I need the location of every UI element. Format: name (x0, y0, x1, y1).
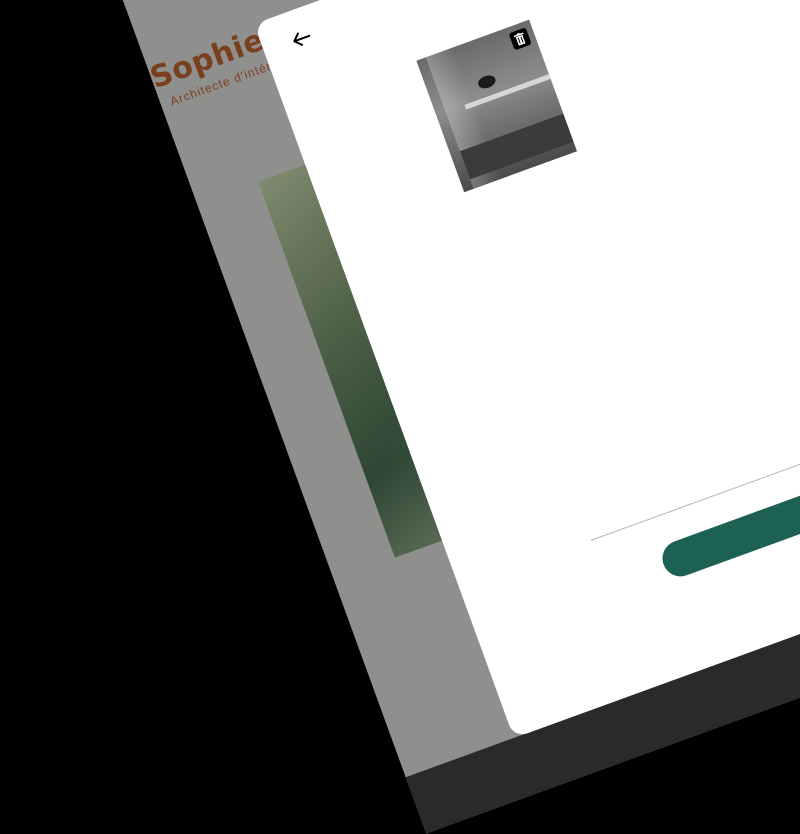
gallery-thumbnail[interactable] (416, 19, 577, 193)
trash-icon (513, 32, 526, 46)
thumbnail-lamp (476, 73, 498, 91)
arrow-left-icon (293, 32, 311, 46)
back-button[interactable] (289, 23, 324, 55)
delete-photo-button[interactable] (508, 27, 532, 51)
thumbnail-shelf (464, 74, 551, 110)
add-photo-button[interactable] (657, 465, 800, 582)
